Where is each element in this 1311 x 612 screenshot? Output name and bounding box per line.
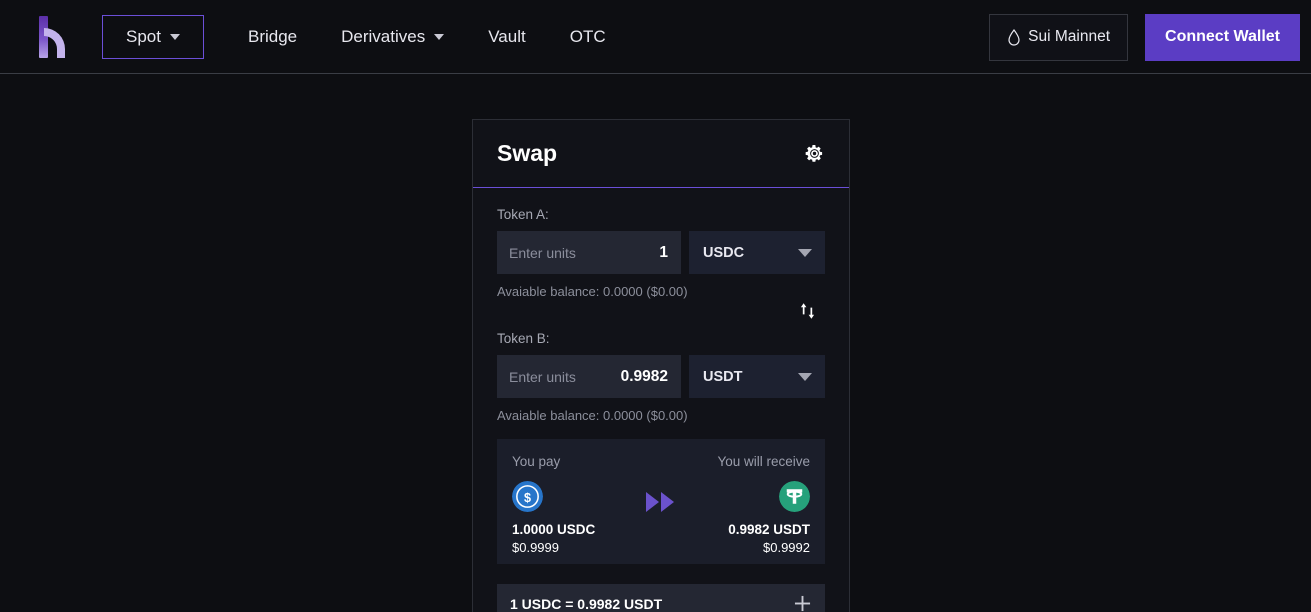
summary-pay-side: $ 1.0000 USDC $0.9999 (512, 481, 595, 555)
exchange-rate-bar[interactable]: 1 USDC = 0.9982 USDT (497, 584, 825, 612)
token-b-balance: Avaiable balance: 0.0000 ($0.00) (497, 408, 825, 423)
token-b-amount-input[interactable]: Enter units 0.9982 (497, 355, 681, 398)
gear-icon[interactable] (805, 144, 824, 163)
connect-wallet-button[interactable]: Connect Wallet (1145, 14, 1300, 61)
brand-logo-icon[interactable] (33, 14, 67, 60)
nav-label-vault: Vault (488, 27, 526, 47)
chevron-down-icon (798, 373, 812, 381)
token-b-value: 0.9982 (621, 368, 668, 386)
network-selector-button[interactable]: Sui Mainnet (989, 14, 1128, 61)
main-content: Swap Token A: Enter units 1 USDC Avaiabl… (0, 74, 1311, 612)
token-a-label: Token A: (497, 207, 825, 222)
plus-icon[interactable] (794, 595, 811, 612)
receive-usd-value: $0.9992 (763, 540, 810, 555)
usdc-coin-icon: $ (512, 481, 543, 512)
svg-text:$: $ (524, 491, 531, 505)
summary-receive-side: 0.9982 USDT $0.9992 (728, 481, 810, 555)
logo-container[interactable] (0, 14, 100, 60)
token-a-value: 1 (659, 244, 668, 262)
main-navigation: Spot Bridge Derivatives Vault OTC (100, 15, 628, 59)
nav-item-bridge[interactable]: Bridge (226, 15, 319, 59)
nav-item-spot[interactable]: Spot (102, 15, 204, 59)
token-a-balance: Avaiable balance: 0.0000 ($0.00) (497, 284, 825, 299)
token-b-symbol: USDT (703, 369, 742, 385)
swap-card-header: Swap (473, 120, 849, 188)
chevron-down-icon (434, 34, 444, 40)
nav-label-spot: Spot (126, 27, 161, 47)
usdt-coin-icon (779, 481, 810, 512)
nav-item-vault[interactable]: Vault (466, 15, 548, 59)
token-b-row: Enter units 0.9982 USDT (497, 355, 825, 398)
water-drop-icon (1007, 29, 1021, 46)
switch-tokens-row (497, 301, 825, 329)
chevron-down-icon (170, 34, 180, 40)
nav-label-derivatives: Derivatives (341, 27, 425, 47)
token-b-label: Token B: (497, 331, 825, 346)
swap-vertical-icon[interactable] (799, 301, 816, 321)
fast-forward-icon (641, 489, 681, 515)
exchange-rate-text: 1 USDC = 0.9982 USDT (510, 596, 662, 612)
you-receive-label: You will receive (717, 454, 810, 469)
token-a-placeholder: Enter units (509, 245, 576, 261)
nav-label-bridge: Bridge (248, 27, 297, 47)
token-a-select[interactable]: USDC (689, 231, 825, 274)
nav-item-otc[interactable]: OTC (548, 15, 628, 59)
chevron-down-icon (798, 249, 812, 257)
receive-amount: 0.9982 USDT (728, 522, 810, 537)
token-a-symbol: USDC (703, 245, 744, 261)
swap-card-body: Token A: Enter units 1 USDC Avaiable bal… (473, 188, 849, 612)
nav-label-otc: OTC (570, 27, 606, 47)
swap-summary-panel: You pay You will receive $ 1.0000 USD (497, 439, 825, 564)
swap-card: Swap Token A: Enter units 1 USDC Avaiabl… (472, 119, 850, 612)
network-label: Sui Mainnet (1028, 28, 1110, 46)
page-title: Swap (497, 140, 557, 167)
top-header: Spot Bridge Derivatives Vault OTC Sui Ma… (0, 0, 1311, 74)
header-actions: Sui Mainnet Connect Wallet (989, 0, 1311, 74)
token-b-placeholder: Enter units (509, 369, 576, 385)
logo-arc-shape (44, 28, 65, 58)
token-a-row: Enter units 1 USDC (497, 231, 825, 274)
token-b-select[interactable]: USDT (689, 355, 825, 398)
you-pay-label: You pay (512, 454, 560, 469)
nav-item-derivatives[interactable]: Derivatives (319, 15, 466, 59)
summary-labels: You pay You will receive (512, 454, 810, 469)
pay-usd-value: $0.9999 (512, 540, 595, 555)
pay-amount: 1.0000 USDC (512, 522, 595, 537)
token-a-amount-input[interactable]: Enter units 1 (497, 231, 681, 274)
